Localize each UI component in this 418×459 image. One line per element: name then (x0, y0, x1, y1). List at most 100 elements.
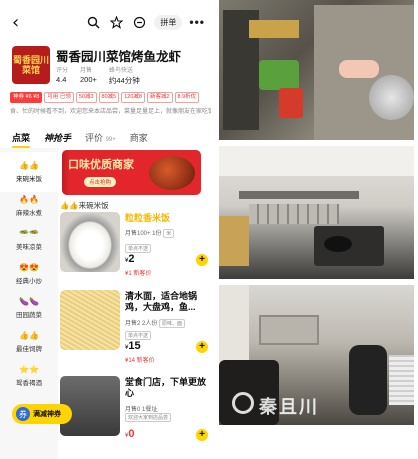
tab-label: 评价 (85, 133, 104, 143)
dish-item[interactable]: 粒粒香米饭 月售100+ 1份 米 单点不送 ¥ 2 ¥1 新客价 + (60, 212, 211, 297)
sidebar-item-label: 鸳香褐酒 (16, 380, 42, 387)
dish-meta: 月售2 2人份 原味、面 (125, 318, 186, 328)
add-to-cart-button[interactable]: + (196, 254, 208, 266)
cart-coupon-button[interactable]: 券 满减神券 (12, 404, 72, 424)
back-arrow-icon[interactable]: ‹ (12, 13, 19, 33)
dish-sales: 月售100+ 1份 (125, 231, 162, 237)
coupon-row[interactable]: 神券 ¥6 ¥8 可用 已领 50减3 80减5 120减8 新客减2 8.9折… (10, 92, 211, 103)
stat-monthly-sales: 月售 200+ (80, 65, 97, 86)
stat-rating: 评分 4.4 (56, 65, 68, 86)
coupon-badge[interactable]: 8.9折优 (174, 92, 200, 103)
dish-item[interactable]: 堂食门店，下单更放心 月售0 1餐址 欢迎大家到店品尝 ¥ 0 + (60, 376, 211, 459)
search-icon[interactable] (85, 14, 101, 30)
sidebar-item-label: 麻辣水煮 (16, 210, 42, 217)
new-customer-price: ¥1 新客价 (125, 271, 152, 277)
sidebar-item-drinks[interactable]: ⭐⭐ 鸳香褐酒 (0, 356, 58, 396)
dish-image[interactable] (60, 212, 120, 272)
stat-label: 评分 (56, 68, 69, 74)
thumbs-up-icon: 👍👍 (19, 331, 39, 340)
shop-logo[interactable]: 蜀香园川菜馆 (12, 46, 50, 84)
cart-label: 满减神券 (33, 411, 61, 418)
kitchen-photo-2 (219, 146, 414, 279)
dish-name: 清水面，适合地锅鸡，大盘鸡，鱼... (125, 291, 198, 312)
price-row: ¥ 15 (125, 340, 141, 352)
add-to-cart-button[interactable]: + (196, 429, 208, 441)
stat-label: 蜂鸟快送 (108, 68, 133, 74)
dish-tag: 米 (163, 229, 175, 238)
shop-header: 蜀香园川菜馆 蜀香园川菜馆烤鱼龙虾 评分 4.4 月售 200+ 蜂鸟快送 约4… (12, 46, 207, 86)
stat-value: 约44分钟 (108, 76, 140, 85)
group-order-button[interactable]: 拼单 (154, 14, 183, 30)
kitchen-pots (249, 204, 339, 224)
kitchen-cabinet (219, 216, 249, 266)
tab-deals[interactable]: 神抢手 (44, 131, 71, 144)
salad-icon: 🥗🥗 (19, 229, 39, 238)
shop-name: 蜀香园川菜馆烤鱼龙虾 (56, 50, 182, 64)
dish-sales: 月售2 2人份 (125, 321, 158, 327)
star-icon: ⭐⭐ (19, 365, 39, 374)
sidebar-item-label: 田园蔬菜 (16, 312, 42, 319)
sidebar-item-label: 经典小炒 (16, 278, 42, 285)
dish-item[interactable]: 清水面，适合地锅鸡，大盘鸡，鱼... 月售2 2人份 原味、面 单点不送 ¥ 1… (60, 290, 211, 375)
kitchen-wok (324, 236, 352, 252)
tab-merchant[interactable]: 商家 (130, 131, 148, 144)
fire-icon: 🔥🔥 (19, 195, 39, 204)
kitchen-food (339, 60, 379, 78)
price-row: ¥ 0 (125, 428, 134, 440)
more-icon[interactable]: ••• (189, 15, 205, 29)
new-customer-price: ¥14 新客价 (125, 358, 155, 364)
watermark-logo-icon (232, 392, 254, 414)
share-icon[interactable] (131, 14, 147, 30)
dish-price: 15 (128, 340, 141, 352)
tab-reviews[interactable]: 评价 99+ (85, 131, 116, 144)
dish-limit-tag: 单点不送 (125, 331, 152, 340)
kitchen-wall (219, 285, 249, 365)
kitchen-sink (259, 315, 319, 345)
coupon-badge[interactable]: 可用 已领 (44, 92, 74, 103)
app-screen: ‹ 拼单 ••• 蜀香园川菜馆 蜀香园川菜馆烤鱼龙虾 评分 4.4 月售 200… (0, 0, 211, 459)
dish-limit: 单点不送 (125, 331, 152, 340)
kitchen-bucket (279, 88, 303, 118)
dish-tag: 欢迎大家到店品尝 (125, 413, 172, 422)
promo-banner[interactable]: 口味优质商家 点击抢购 (62, 150, 201, 195)
sidebar-item-label: 最佳饲牌 (16, 346, 42, 353)
dish-price: 2 (128, 253, 135, 265)
promo-title: 口味优质商家 (68, 159, 134, 171)
kitchen-bags (259, 60, 299, 90)
review-count: 99+ (105, 137, 116, 143)
stat-value: 4.4 (56, 75, 67, 84)
sidebar-item-label: 美味凉菜 (16, 244, 42, 251)
favorite-star-icon[interactable] (108, 14, 124, 30)
promo-dish-image (149, 156, 195, 190)
dish-name: 粒粒香米饭 (125, 213, 171, 223)
watermark-text: 秦且川 (259, 397, 319, 417)
promo-button[interactable]: 点击抢购 (84, 177, 117, 187)
top-actions: 拼单 ••• (85, 14, 205, 30)
coupon-badge[interactable]: 50减3 (75, 92, 97, 103)
tab-order[interactable]: 点菜 (12, 131, 31, 148)
coupon-badge[interactable]: 120减8 (121, 92, 145, 103)
dish-image[interactable] (60, 290, 120, 350)
add-to-cart-button[interactable]: + (196, 341, 208, 353)
dish-name: 堂食门店，下单更放心 (125, 377, 207, 398)
top-bar: ‹ 拼单 ••• (0, 12, 211, 36)
coupon-icon: 券 (16, 407, 30, 421)
sidebar-item-label: 来碗米饭 (16, 176, 42, 183)
dish-price: 0 (128, 428, 135, 440)
stat-value: 200+ (80, 75, 97, 84)
dish-limit: 单点不送 (125, 244, 152, 253)
dish-meta: 月售0 1餐址 (125, 404, 157, 413)
coupon-badge[interactable]: 神券 ¥6 ¥8 (10, 92, 43, 103)
stat-label: 月售 (80, 68, 93, 74)
kitchen-photos (219, 0, 418, 459)
kitchen-photo-1 (219, 0, 414, 140)
coupon-badge[interactable]: 新客减2 (146, 92, 173, 103)
coupon-badge[interactable]: 80减5 (98, 92, 120, 103)
dish-limit-tag: 单点不送 (125, 244, 152, 253)
kitchen-shelf (239, 191, 359, 199)
kitchen-trash-bin (349, 345, 387, 415)
kitchen-ceiling (219, 146, 414, 176)
dish-meta: 欢迎大家到店品尝 (125, 413, 172, 422)
shop-tabs: 点菜 神抢手 评价 99+ 商家 (12, 131, 148, 148)
category-heading: 👍👍来碗米饭 (60, 201, 109, 210)
